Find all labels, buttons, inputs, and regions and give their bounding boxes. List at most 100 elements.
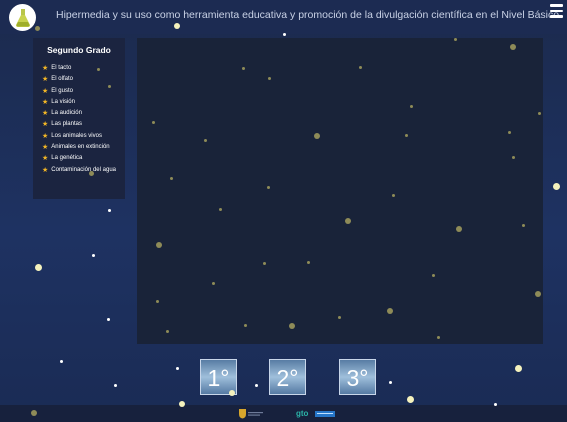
star-dot	[454, 38, 457, 41]
sidebar-item-los-animales-vivos[interactable]: ★ Los animales vivos	[42, 133, 124, 140]
sidebar-item-label: Las plantas	[51, 121, 82, 128]
star-dot	[359, 66, 362, 69]
star-icon: ★	[42, 155, 49, 163]
star-dot	[107, 318, 110, 321]
star-dot	[268, 77, 271, 80]
sidebar-item-label: Los animales vivos	[51, 132, 102, 139]
star-dot	[405, 134, 408, 137]
star-dot	[176, 367, 179, 370]
sidebar-item-las-plantas[interactable]: ★ Las plantas	[42, 121, 124, 128]
sidebar-item-contaminacion-del-agua[interactable]: ★ Contaminación del agua	[42, 167, 124, 174]
star-dot	[244, 324, 247, 327]
star-icon: ★	[42, 110, 49, 118]
flask-icon	[15, 8, 30, 27]
page-title: Hipermedia y su uso como herramienta edu…	[56, 9, 560, 21]
hamburger-menu-icon[interactable]	[550, 4, 563, 18]
star-dot	[314, 133, 320, 139]
sidebar-item-label: Animales en extinción	[51, 144, 110, 151]
sidebar-item-la-vision[interactable]: ★ La visión	[42, 99, 124, 106]
content-panel	[137, 38, 543, 344]
star-dot	[437, 336, 440, 339]
header-bar: Hipermedia y su uso como herramienta edu…	[0, 0, 567, 34]
star-dot	[515, 365, 522, 372]
partner-logo: gto	[296, 408, 336, 419]
star-dot	[174, 23, 180, 29]
partner-logo-icon: gto	[296, 409, 335, 418]
star-dot	[204, 139, 207, 142]
star-dot	[89, 171, 94, 176]
star-icon: ★	[42, 87, 49, 95]
svg-text:gto: gto	[296, 409, 309, 418]
star-dot	[263, 262, 266, 265]
star-dot	[229, 390, 235, 396]
star-dot	[345, 218, 351, 224]
sidebar-item-el-tacto[interactable]: ★ El tacto	[42, 65, 124, 72]
star-dot	[432, 274, 435, 277]
star-dot	[156, 242, 162, 248]
star-dot	[35, 26, 40, 31]
star-dot	[156, 300, 159, 303]
star-dot	[170, 177, 173, 180]
star-dot	[494, 403, 497, 406]
star-dot	[387, 308, 393, 314]
grade-2-button[interactable]: 2°	[269, 359, 306, 395]
sidebar-item-label: La visión	[51, 98, 75, 105]
star-dot	[255, 384, 258, 387]
sidebar-item-la-genetica[interactable]: ★ La genética	[42, 155, 124, 162]
star-dot	[179, 401, 185, 407]
sidebar-item-label: La audición	[51, 110, 82, 117]
star-dot	[267, 186, 270, 189]
star-icon: ★	[42, 98, 49, 106]
institution-logo	[238, 408, 264, 419]
star-icon: ★	[42, 65, 49, 72]
star-dot	[219, 208, 222, 211]
star-icon: ★	[42, 121, 49, 129]
star-dot	[410, 105, 413, 108]
star-dot	[60, 360, 63, 363]
sidebar-item-label: La genética	[51, 155, 83, 162]
sidebar-item-la-audicion[interactable]: ★ La audición	[42, 110, 124, 117]
sidebar-item-label: El gusto	[51, 87, 73, 94]
star-dot	[35, 264, 42, 271]
star-icon: ★	[42, 166, 49, 174]
sidebar-item-el-gusto[interactable]: ★ El gusto	[42, 88, 124, 95]
star-dot	[338, 316, 341, 319]
star-dot	[407, 396, 414, 403]
star-dot	[114, 384, 117, 387]
star-icon: ★	[42, 76, 49, 84]
topic-list: ★ El tacto ★ El olfato ★ El gusto ★ La visió…	[42, 65, 124, 178]
star-icon: ★	[42, 132, 49, 140]
star-icon: ★	[42, 144, 49, 152]
star-dot	[242, 67, 245, 70]
star-dot	[152, 121, 155, 124]
sidebar: Segundo Grado ★ El tacto ★ El olfato ★ El g…	[33, 38, 125, 199]
star-dot	[553, 183, 560, 190]
star-dot	[108, 209, 111, 212]
sidebar-item-el-olfato[interactable]: ★ El olfato	[42, 76, 124, 83]
star-dot	[212, 282, 215, 285]
star-dot	[389, 381, 392, 384]
star-dot	[510, 44, 516, 50]
star-dot	[512, 156, 515, 159]
star-dot	[108, 85, 111, 88]
star-dot	[166, 330, 169, 333]
star-dot	[97, 68, 100, 71]
sidebar-title: Segundo Grado	[47, 45, 111, 55]
star-dot	[307, 261, 310, 264]
star-dot	[92, 254, 95, 257]
star-dot	[456, 226, 462, 232]
star-dot	[522, 224, 525, 227]
star-dot	[31, 410, 37, 416]
star-dot	[392, 194, 395, 197]
star-dot	[535, 291, 541, 297]
sidebar-item-animales-en-extincion[interactable]: ★ Animales en extinción	[42, 144, 124, 151]
sidebar-item-label: El olfato	[51, 76, 73, 83]
logo[interactable]	[9, 4, 36, 31]
star-dot	[289, 323, 295, 329]
footer-bar: gto	[0, 405, 567, 422]
sidebar-item-label: El tacto	[51, 65, 72, 71]
sidebar-item-label: Contaminación del agua	[51, 166, 116, 173]
grade-3-button[interactable]: 3°	[339, 359, 376, 395]
star-dot	[538, 112, 541, 115]
star-dot	[283, 33, 286, 36]
